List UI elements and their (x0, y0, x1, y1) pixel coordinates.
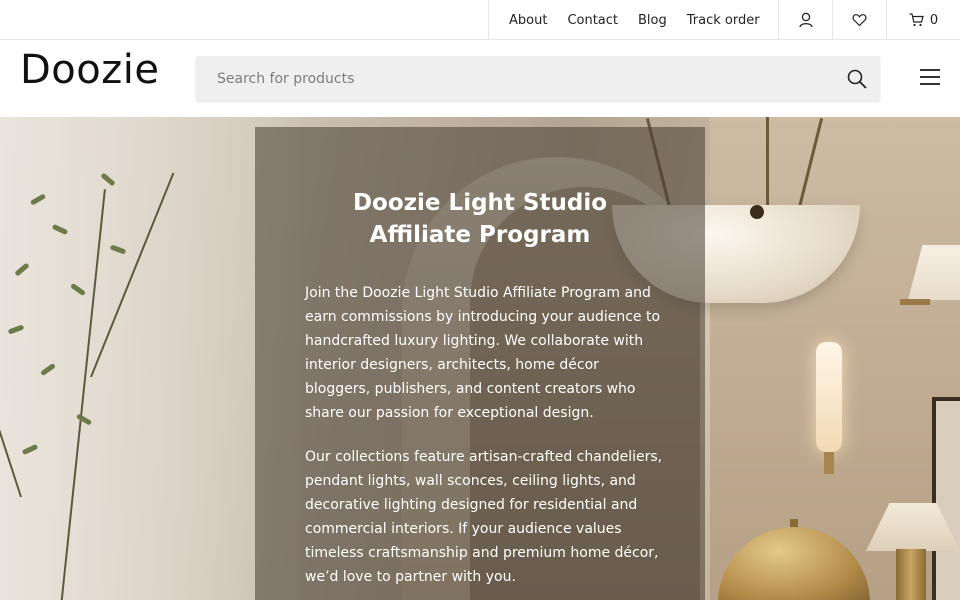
wishlist-button[interactable] (832, 0, 886, 40)
hero-section: Doozie Light Studio Affiliate Program Jo… (0, 117, 960, 600)
search-button[interactable] (846, 68, 868, 90)
hero-body: Join the Doozie Light Studio Affiliate P… (305, 281, 665, 600)
hamburger-menu-button[interactable] (918, 69, 942, 89)
search-icon (847, 69, 867, 89)
account-button[interactable] (778, 0, 832, 40)
site-header: Doozie (0, 40, 960, 117)
nav-link-about[interactable]: About (509, 13, 547, 28)
cart-count: 0 (929, 12, 939, 28)
hero-title-line-2: Affiliate Program (369, 222, 591, 248)
user-icon (798, 12, 813, 28)
hero-paragraph-2: Our collections feature artisan-crafted … (305, 449, 663, 585)
nav-link-blog[interactable]: Blog (638, 13, 667, 28)
search-input[interactable] (196, 56, 816, 101)
nav-link-contact[interactable]: Contact (567, 13, 618, 28)
hero-paragraph-1: Join the Doozie Light Studio Affiliate P… (305, 285, 661, 421)
search-bar (196, 56, 880, 101)
top-nav: About Contact Blog Track order (488, 0, 760, 40)
site-logo[interactable]: Doozie (20, 47, 159, 93)
top-utility-bar: About Contact Blog Track order 0 (0, 0, 960, 40)
nav-link-track-order[interactable]: Track order (687, 13, 760, 28)
heart-icon (852, 14, 867, 27)
hero-title-line-1: Doozie Light Studio (352, 190, 608, 216)
hamburger-menu-icon (918, 69, 942, 85)
cart-icon (909, 13, 924, 27)
cart-button[interactable]: 0 (886, 0, 960, 40)
affiliate-info-panel: Doozie Light Studio Affiliate Program Jo… (255, 127, 705, 600)
hero-title: Doozie Light Studio Affiliate Program (255, 187, 705, 251)
